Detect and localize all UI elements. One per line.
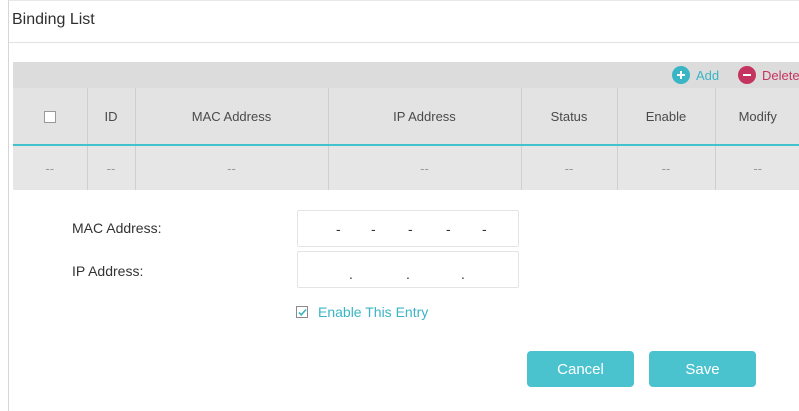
mac-separator: - — [336, 221, 341, 237]
ip-separator: . — [461, 266, 465, 282]
select-all-checkbox[interactable] — [43, 111, 56, 124]
binding-table: ID MAC Address IP Address Status Enable … — [13, 88, 799, 190]
binding-list-panel: Binding List Add Delete ID MAC Address I… — [8, 0, 799, 411]
save-button[interactable]: Save — [649, 351, 756, 387]
column-header-id: ID — [87, 88, 136, 145]
section-title: Binding List — [12, 11, 95, 28]
enable-entry-label: Enable This Entry — [318, 304, 429, 320]
mac-separator: - — [371, 221, 376, 237]
table-cell: -- — [13, 145, 88, 190]
add-label: Add — [696, 67, 720, 83]
table-cell: -- — [328, 145, 522, 190]
delete-label: Delete — [762, 67, 799, 83]
table-cell: -- — [87, 145, 136, 190]
cancel-button[interactable]: Cancel — [527, 351, 634, 387]
mac-address-input[interactable]: - - - - - — [297, 210, 519, 247]
ip-separator: . — [406, 266, 410, 282]
select-all-cell — [13, 88, 88, 145]
table-cell: -- — [753, 160, 763, 176]
binding-edit-form: MAC Address: - - - - - IP Address: . . .… — [13, 191, 799, 411]
checkmark-icon — [298, 308, 307, 316]
delete-button[interactable]: Delete — [738, 66, 799, 84]
enable-entry-toggle[interactable]: Enable This Entry — [296, 304, 428, 320]
mac-address-label: MAC Address: — [72, 220, 162, 236]
ip-address-input[interactable]: . . . — [297, 251, 519, 288]
column-header-mac: MAC Address — [135, 88, 329, 145]
enable-entry-checkbox[interactable] — [296, 306, 308, 318]
plus-icon — [672, 66, 690, 84]
ip-address-label: IP Address: — [72, 263, 144, 279]
table-toolbar: Add Delete — [13, 62, 799, 88]
mac-separator: - — [446, 221, 451, 237]
table-header-row: ID MAC Address IP Address Status Enable … — [13, 88, 799, 145]
table-cell: -- — [617, 145, 716, 190]
ip-separator: . — [349, 266, 353, 282]
column-header-ip: IP Address — [328, 88, 522, 145]
add-button[interactable]: Add — [672, 66, 719, 84]
mac-separator: - — [408, 221, 413, 237]
table-cell: -- — [521, 145, 618, 190]
column-header-status: Status — [521, 88, 618, 145]
column-header-enable: Enable — [617, 88, 716, 145]
title-divider — [9, 42, 799, 43]
column-header-modify: Modify — [738, 108, 777, 124]
minus-icon — [738, 66, 756, 84]
table-cell: -- — [135, 145, 329, 190]
table-row: -- -- -- -- -- -- -- — [13, 145, 799, 190]
mac-separator: - — [482, 221, 487, 237]
